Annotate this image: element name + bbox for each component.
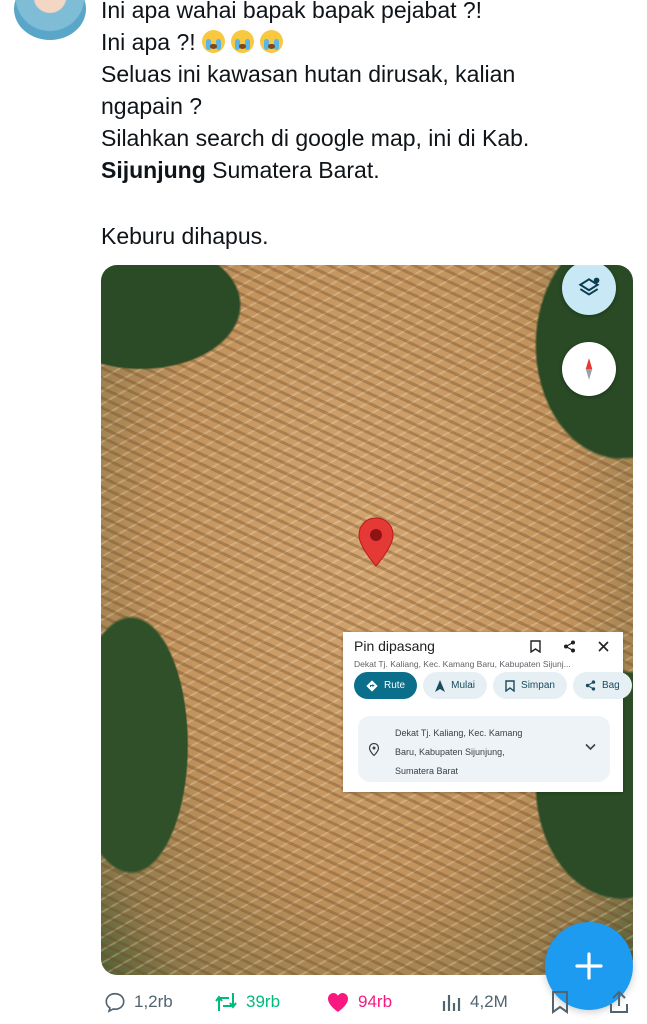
views-chart-icon — [442, 995, 461, 1011]
navigation-icon — [435, 679, 446, 692]
bookmark-icon — [552, 991, 568, 1014]
loudly-crying-face-icon — [259, 30, 283, 53]
tweet-line: Seluas ini kawasan hutan dirusak, kalian — [101, 61, 516, 87]
start-chip-label: Mulai — [451, 680, 476, 691]
share-upload-icon — [610, 990, 628, 1013]
location-pin-icon — [369, 743, 379, 756]
tweet-line: Ini apa wahai bapak bapak pejabat ?! — [101, 0, 483, 23]
map-screenshot-image[interactable]: Pin dipasang Dekat Tj. Kaliang, Kec. Kam… — [101, 265, 633, 975]
avatar[interactable] — [14, 0, 86, 40]
place-title: Pin dipasang — [354, 638, 435, 654]
loudly-crying-face-icon — [201, 30, 225, 53]
tweet-line-text: Ini apa ?! — [101, 29, 196, 55]
retweet-icon — [215, 993, 237, 1011]
compass-icon — [585, 358, 593, 380]
save-chip[interactable]: Simpan — [493, 672, 567, 699]
layers-button[interactable] — [562, 265, 616, 315]
reply-button[interactable]: 1,2rb — [104, 985, 173, 1019]
tweet-line: Sijunjung Sumatera Barat. — [101, 154, 621, 186]
address-box[interactable]: Dekat Tj. Kaliang, Kec. Kamang Baru, Kab… — [358, 716, 610, 782]
save-chip-label: Simpan — [521, 680, 555, 691]
map-pin-icon[interactable] — [358, 517, 394, 567]
tweet-line: Silahkan search di google map, ini di Ka… — [101, 125, 530, 151]
heart-icon — [328, 993, 348, 1012]
route-chip-label: Rute — [384, 680, 406, 691]
directions-icon — [366, 679, 378, 692]
loudly-crying-face-icon — [230, 30, 254, 53]
hashtag-sijunjung[interactable]: Sijunjung — [101, 157, 206, 183]
place-subtitle: Dekat Tj. Kaliang, Kec. Kamang Baru, Kab… — [354, 659, 571, 669]
tweet-line-text: Sumatera Barat. — [205, 157, 380, 183]
retweet-button[interactable]: 39rb — [214, 985, 280, 1019]
place-card: Pin dipasang Dekat Tj. Kaliang, Kec. Kam… — [343, 632, 632, 792]
share-button[interactable] — [608, 985, 630, 1019]
address-text: Dekat Tj. Kaliang, Kec. Kamang Baru, Kab… — [395, 724, 555, 781]
views-count: 4,2M — [470, 992, 508, 1011]
chevron-down-icon[interactable] — [585, 743, 596, 751]
card-actions — [527, 638, 611, 654]
like-count: 94rb — [358, 992, 393, 1011]
address-line: Sumatera Barat — [395, 766, 459, 776]
tweet-actions: 1,2rb 39rb 94rb 4,2M — [0, 985, 647, 1019]
tweet-line: Ini apa ?! — [101, 26, 621, 58]
retweet-count: 39rb — [246, 992, 281, 1011]
share-chip[interactable]: Bag — [572, 672, 632, 699]
tweet-line: Keburu dihapus. — [101, 223, 269, 249]
reply-icon — [105, 992, 125, 1013]
address-line: Dekat Tj. Kaliang, Kec. Kamang — [395, 728, 523, 738]
reply-count: 1,2rb — [134, 992, 173, 1011]
tweet-text: Ini apa wahai bapak bapak pejabat ?! Ini… — [101, 0, 621, 252]
start-chip[interactable]: Mulai — [423, 672, 488, 699]
tweet-line: ngapain ? — [101, 93, 203, 119]
like-button[interactable]: 94rb — [326, 985, 392, 1019]
layers-icon — [578, 277, 600, 296]
bookmark-icon[interactable] — [527, 638, 543, 654]
close-icon[interactable] — [595, 638, 611, 654]
share-icon[interactable] — [561, 638, 577, 654]
bookmark-icon — [505, 679, 515, 692]
plus-icon — [575, 952, 603, 980]
compass-button[interactable] — [562, 342, 616, 396]
bookmark-button[interactable] — [550, 985, 570, 1019]
address-line: Baru, Kabupaten Sijunjung, — [395, 747, 505, 757]
views-button[interactable]: 4,2M — [440, 985, 508, 1019]
route-chip[interactable]: Rute — [354, 672, 418, 699]
card-chips: Rute Mulai Simpan Bag — [354, 672, 632, 699]
share-icon — [585, 680, 596, 691]
share-chip-label: Bag — [601, 680, 620, 691]
